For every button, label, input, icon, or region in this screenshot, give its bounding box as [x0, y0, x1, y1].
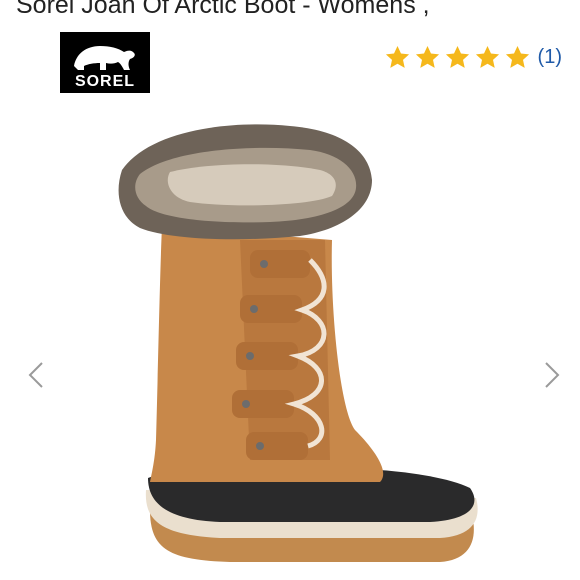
star-icon — [415, 46, 439, 68]
product-title: Sorel Joan Of Arctic Boot - Womens , — [16, 0, 430, 19]
star-icon — [445, 46, 469, 68]
chevron-right-icon[interactable] — [542, 360, 562, 390]
brand-logo-text: SOREL — [74, 73, 136, 90]
star-icon — [505, 46, 529, 68]
star-icon — [385, 46, 409, 68]
brand-logo: SOREL — [60, 32, 150, 93]
star-icon — [475, 46, 499, 68]
review-count-link[interactable]: (1) — [538, 46, 562, 69]
chevron-left-icon[interactable] — [26, 360, 46, 390]
rating-summary[interactable]: (1) — [384, 44, 562, 71]
product-image — [118, 124, 478, 562]
polar-bear-icon — [74, 46, 135, 70]
